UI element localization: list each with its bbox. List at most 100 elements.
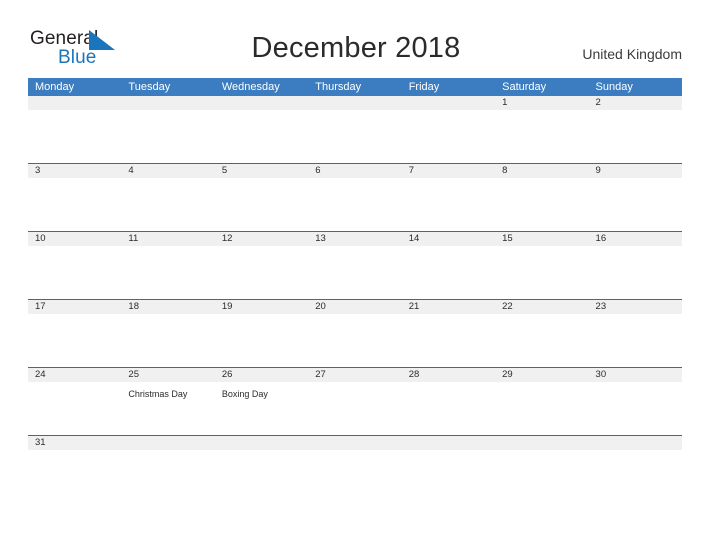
day-cell[interactable] [215, 96, 308, 110]
day-event [28, 246, 121, 266]
day-cell[interactable]: 30 [589, 368, 682, 382]
day-cell[interactable]: 6 [308, 164, 401, 178]
weekday-header-monday: Monday [35, 81, 75, 93]
page-header: General Blue December 2018 United Kingdo… [0, 0, 712, 76]
day-event [215, 110, 308, 130]
day-cell[interactable]: 16 [589, 232, 682, 246]
week-row: 31 [28, 435, 682, 466]
day-event [28, 178, 121, 198]
day-cell[interactable] [402, 96, 495, 110]
day-event [589, 110, 682, 130]
day-event [121, 110, 214, 130]
day-cell[interactable]: 28 [402, 368, 495, 382]
day-cell[interactable]: 23 [589, 300, 682, 314]
day-cell[interactable]: 12 [215, 232, 308, 246]
day-cell[interactable] [215, 436, 308, 450]
day-event [402, 178, 495, 198]
day-cell[interactable]: 17 [28, 300, 121, 314]
day-cell[interactable]: 27 [308, 368, 401, 382]
weekday-header-tuesday: Tuesday [128, 81, 171, 93]
day-event [121, 178, 214, 198]
day-cell[interactable]: 15 [495, 232, 588, 246]
day-cell[interactable] [495, 436, 588, 450]
day-event [495, 246, 588, 266]
day-cell[interactable]: 5 [215, 164, 308, 178]
weekday-header-saturday: Saturday [502, 81, 547, 93]
week-event-band [28, 178, 682, 198]
day-event [308, 314, 401, 334]
day-cell[interactable]: 13 [308, 232, 401, 246]
day-event [589, 178, 682, 198]
day-cell[interactable]: 31 [28, 436, 121, 450]
day-cell[interactable]: 8 [495, 164, 588, 178]
week-day-number-band: 31 [28, 436, 682, 450]
day-event [28, 314, 121, 334]
day-cell[interactable]: 3 [28, 164, 121, 178]
day-event [121, 246, 214, 266]
day-cell[interactable]: 11 [121, 232, 214, 246]
day-cell[interactable]: 9 [589, 164, 682, 178]
day-event [495, 382, 588, 402]
day-event [589, 450, 682, 470]
day-event [121, 314, 214, 334]
calendar-page: General Blue December 2018 United Kingdo… [0, 0, 712, 550]
week-event-band: Christmas Day Boxing Day [28, 382, 682, 402]
day-cell[interactable]: 22 [495, 300, 588, 314]
day-cell[interactable]: 20 [308, 300, 401, 314]
week-row: 24 25 26 27 28 29 30 Christmas Day Boxin… [28, 367, 682, 435]
day-cell[interactable]: 21 [402, 300, 495, 314]
day-cell[interactable] [121, 436, 214, 450]
day-event [402, 382, 495, 402]
day-cell[interactable]: 1 [495, 96, 588, 110]
day-event [215, 314, 308, 334]
day-cell[interactable] [308, 436, 401, 450]
week-event-band [28, 314, 682, 334]
week-row: 3 4 5 6 7 8 9 [28, 163, 682, 231]
day-event [495, 314, 588, 334]
day-cell[interactable] [308, 96, 401, 110]
week-day-number-band: 10 11 12 13 14 15 16 [28, 232, 682, 246]
day-cell[interactable]: 4 [121, 164, 214, 178]
day-event [215, 450, 308, 470]
day-cell[interactable]: 19 [215, 300, 308, 314]
day-event [308, 178, 401, 198]
day-cell[interactable]: 18 [121, 300, 214, 314]
day-event [402, 314, 495, 334]
weekday-header-thursday: Thursday [315, 81, 362, 93]
day-cell[interactable]: 14 [402, 232, 495, 246]
week-row: 17 18 19 20 21 22 23 [28, 299, 682, 367]
day-cell[interactable]: 2 [589, 96, 682, 110]
day-event [495, 450, 588, 470]
day-event [402, 246, 495, 266]
day-cell[interactable] [28, 96, 121, 110]
day-cell[interactable]: 25 [121, 368, 214, 382]
day-event [402, 450, 495, 470]
day-cell[interactable] [589, 436, 682, 450]
day-event [308, 382, 401, 402]
day-event [215, 246, 308, 266]
weekday-header-sunday: Sunday [595, 81, 633, 93]
day-event [495, 178, 588, 198]
day-event [308, 246, 401, 266]
week-day-number-band: 24 25 26 27 28 29 30 [28, 368, 682, 382]
day-cell[interactable] [121, 96, 214, 110]
week-event-band [28, 450, 682, 470]
day-event [495, 110, 588, 130]
week-day-number-band: 3 4 5 6 7 8 9 [28, 164, 682, 178]
week-day-number-band: 1 2 [28, 96, 682, 110]
day-cell[interactable]: 29 [495, 368, 588, 382]
country-label: United Kingdom [582, 46, 682, 62]
day-event [589, 382, 682, 402]
calendar-grid: Monday Tuesday Wednesday Thursday Friday… [28, 78, 682, 466]
day-cell[interactable] [402, 436, 495, 450]
week-row: 1 2 [28, 96, 682, 163]
day-event [402, 110, 495, 130]
day-cell[interactable]: 26 [215, 368, 308, 382]
day-event [308, 110, 401, 130]
day-cell[interactable]: 24 [28, 368, 121, 382]
day-cell[interactable]: 7 [402, 164, 495, 178]
day-event [215, 178, 308, 198]
week-event-band [28, 110, 682, 130]
day-event [308, 450, 401, 470]
day-cell[interactable]: 10 [28, 232, 121, 246]
